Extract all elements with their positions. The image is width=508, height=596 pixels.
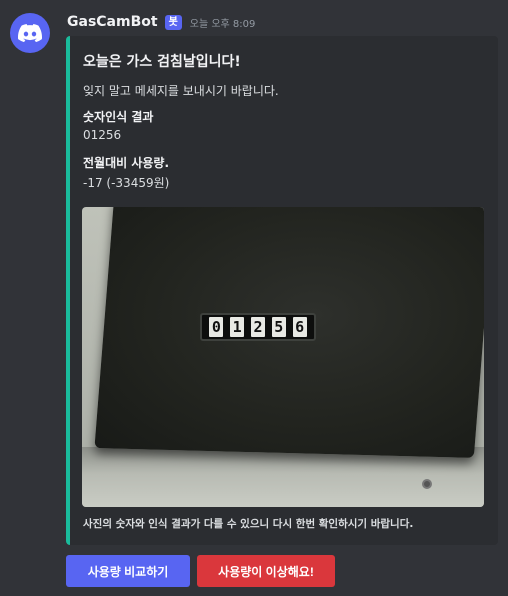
message-header: GasCamBot 봇 오늘 오후 8:09 <box>67 12 255 32</box>
compare-usage-button[interactable]: 사용량 비교하기 <box>66 555 190 587</box>
field-name-recognition: 숫자인식 결과 <box>83 110 154 124</box>
field-value-usage: -17 (-33459원) <box>83 176 170 190</box>
embed-footer: 사진의 숫자와 인식 결과가 다를 수 있으니 다시 한번 확인하시기 바랍니다… <box>83 518 414 530</box>
embed-description: 잊지 말고 메세지를 보내시기 바랍니다. <box>83 84 279 98</box>
discord-icon <box>18 24 42 42</box>
meter-digit: 2 <box>250 317 265 337</box>
embed-title: 오늘은 가스 검침날입니다! <box>83 54 241 70</box>
field-value-recognition: 01256 <box>83 128 122 142</box>
meter-digit: 6 <box>292 317 307 337</box>
meter-digit: 5 <box>271 317 286 337</box>
embed-card: 오늘은 가스 검침날입니다! 잊지 말고 메세지를 보내시기 바랍니다. 숫자인… <box>66 36 498 545</box>
username[interactable]: GasCamBot <box>67 14 158 30</box>
meter-photo[interactable]: 0 1 2 5 6 <box>82 207 484 507</box>
meter-digit: 0 <box>209 317 224 337</box>
field-name-usage: 전월대비 사용량. <box>83 156 170 170</box>
meter-counter: 0 1 2 5 6 <box>200 313 316 341</box>
bot-avatar[interactable] <box>10 13 50 53</box>
meter-digit: 1 <box>230 317 245 337</box>
bot-tag: 봇 <box>164 14 182 30</box>
meter-screw <box>422 479 432 489</box>
chat-message: GasCamBot 봇 오늘 오후 8:09 오늘은 가스 검침날입니다! 잊지… <box>0 0 508 596</box>
timestamp: 오늘 오후 8:09 <box>189 18 256 30</box>
report-usage-button[interactable]: 사용량이 이상해요! <box>197 555 335 587</box>
